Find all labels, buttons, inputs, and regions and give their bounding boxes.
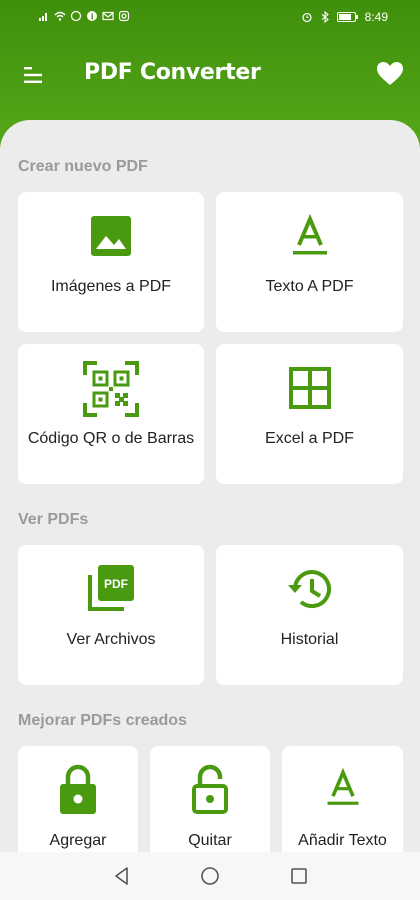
- section-title-improve: Mejorar PDFs creados: [18, 712, 187, 729]
- section-title-create: Crear nuevo PDF: [18, 158, 148, 175]
- app-bar: PDF Converter: [0, 48, 420, 104]
- card-images-to-pdf[interactable]: Imágenes a PDF: [18, 192, 204, 332]
- card-label: Código QR o de Barras: [27, 430, 195, 447]
- signal-icon: [39, 13, 47, 21]
- card-text-to-pdf[interactable]: Texto A PDF: [216, 192, 403, 332]
- qr-scan-icon: [83, 361, 139, 417]
- card-view-files[interactable]: PDF Ver Archivos: [18, 545, 204, 685]
- facebook-icon: [87, 11, 97, 21]
- card-qr-barcode[interactable]: Código QR o de Barras: [18, 344, 204, 484]
- svg-text:PDF: PDF: [104, 577, 128, 591]
- card-add-password[interactable]: Agregar: [18, 746, 138, 852]
- history-icon: [287, 570, 331, 608]
- card-label: Quitar: [188, 832, 232, 849]
- system-nav-bar: [0, 852, 420, 900]
- status-bar: 8:49: [0, 0, 420, 34]
- grid-icon: [288, 367, 331, 409]
- card-label: Agregar: [49, 832, 107, 849]
- card-label: Texto A PDF: [265, 278, 354, 295]
- card-add-text[interactable]: Añadir Texto: [282, 746, 403, 852]
- instagram-icon: [118, 10, 130, 22]
- battery-icon: [336, 12, 358, 22]
- text-format-icon: [292, 214, 327, 255]
- lock-open-icon: [192, 764, 228, 814]
- heart-icon[interactable]: [376, 61, 404, 87]
- card-label: Ver Archivos: [66, 631, 156, 648]
- card-label: Añadir Texto: [298, 832, 387, 849]
- lock-icon: [60, 764, 96, 814]
- alarm-icon: [302, 12, 312, 23]
- home-icon[interactable]: [198, 864, 222, 888]
- card-label: Historial: [280, 631, 339, 648]
- image-icon: [91, 216, 131, 256]
- wifi-icon: [54, 11, 66, 21]
- card-excel-to-pdf[interactable]: Excel a PDF: [216, 344, 403, 484]
- whatsapp-icon: [70, 10, 82, 22]
- card-remove-password[interactable]: Quitar: [150, 746, 270, 852]
- main-content: Crear nuevo PDF Imágenes a PDF Texto A P…: [0, 120, 420, 852]
- mail-icon: [102, 11, 114, 21]
- app-title: PDF Converter: [84, 60, 261, 85]
- text-format-icon: [327, 768, 358, 805]
- back-icon[interactable]: [110, 864, 134, 888]
- card-label: Excel a PDF: [265, 430, 354, 447]
- pdf-icon: PDF: [88, 565, 134, 611]
- bluetooth-icon: [321, 11, 329, 23]
- recents-icon[interactable]: [287, 864, 311, 888]
- card-history[interactable]: Historial: [216, 545, 403, 685]
- card-label: Imágenes a PDF: [50, 278, 172, 295]
- section-title-view: Ver PDFs: [18, 511, 89, 528]
- menu-icon[interactable]: [22, 64, 44, 86]
- status-time: 8:49: [364, 10, 388, 24]
